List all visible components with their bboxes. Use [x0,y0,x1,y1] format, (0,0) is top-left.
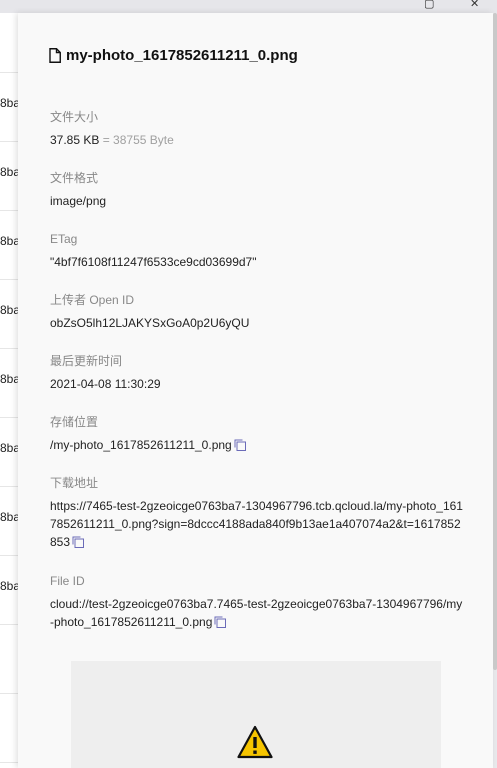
window-top-bar: ▢ ✕ [0,0,497,13]
file-name: my-photo_1617852611211_0.png [66,47,298,64]
drawer-scrollbar[interactable] [493,13,497,670]
maximize-icon[interactable]: ▢ [424,0,434,10]
file-size-bytes: = 38755 Byte [102,133,174,147]
field-label: 文件大小 [50,110,99,124]
file-size-value: 37.85 KB [50,133,100,147]
field-storage-location: 存储位置 /my-photo_1617852611211_0.png [50,414,470,454]
image-preview [71,661,441,768]
copy-icon[interactable] [234,438,246,451]
field-last-updated: 最后更新时间 2021-04-08 11:30:29 [50,353,470,393]
field-label: 文件格式 [50,171,99,185]
field-label: ETag [50,232,78,246]
file-id-value: cloud://test-2gzeoicge0763ba7.7465-test-… [50,597,463,629]
drawer-title: my-photo_1617852611211_0.png [49,47,298,64]
field-label: 上传者 Open ID [50,293,135,307]
field-label: File ID [50,574,85,588]
download-url-value[interactable]: https://7465-test-2gzeoicge0763ba7-13049… [50,499,463,549]
field-file-size: 文件大小 37.85 KB = 38755 Byte [50,109,470,149]
close-icon[interactable]: ✕ [470,0,479,10]
storage-location-value: /my-photo_1617852611211_0.png [50,438,232,452]
field-file-format: 文件格式 image/png [50,170,470,210]
file-icon [49,48,61,63]
field-value: 37.85 KB = 38755 Byte [50,131,470,149]
field-value: https://7465-test-2gzeoicge0763ba7-13049… [50,497,466,551]
field-value: "4bf7f6108f11247f6533ce9cd03699d7" [50,255,257,269]
field-download-url: 下载地址 https://7465-test-2gzeoicge0763ba7-… [50,475,466,551]
copy-icon[interactable] [72,535,85,548]
field-label: 最后更新时间 [50,354,123,368]
field-label: 存储位置 [50,415,99,429]
field-value: 2021-04-08 11:30:29 [50,377,161,391]
field-value: cloud://test-2gzeoicge0763ba7.7465-test-… [50,595,466,631]
field-label: 下载地址 [50,476,99,490]
warning-icon [237,725,273,759]
file-detail-drawer: my-photo_1617852611211_0.png 文件大小 37.85 … [18,13,493,768]
field-file-id: File ID cloud://test-2gzeoicge0763ba7.74… [50,573,466,631]
copy-icon[interactable] [214,615,227,628]
field-value: image/png [50,194,107,208]
field-value: /my-photo_1617852611211_0.png [50,436,470,454]
field-uploader-openid: 上传者 Open ID obZsO5lh12LJAKYSxGoA0p2U6yQU [50,292,470,332]
field-value: obZsO5lh12LJAKYSxGoA0p2U6yQU [50,316,250,330]
field-etag: ETag "4bf7f6108f11247f6533ce9cd03699d7" [50,231,470,271]
